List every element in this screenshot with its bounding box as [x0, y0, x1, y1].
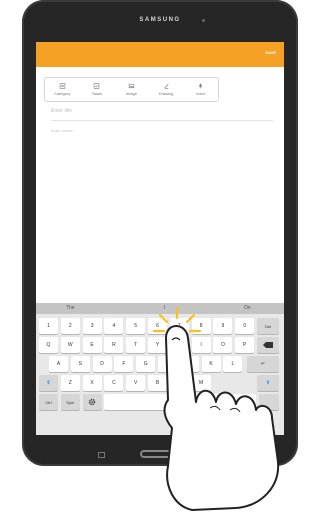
recent-apps-button[interactable]	[98, 452, 105, 458]
key-d[interactable]: D	[92, 356, 112, 372]
key-shift-left[interactable]: ⇧	[39, 375, 58, 391]
toolbar-image[interactable]: Image	[114, 78, 149, 101]
key-4[interactable]: 4	[104, 318, 124, 334]
key-2[interactable]: 2	[60, 318, 80, 334]
key-1[interactable]: 1	[39, 318, 58, 334]
key-q[interactable]: Q	[39, 337, 58, 353]
key-v[interactable]: V	[126, 375, 146, 391]
pointing-hand-icon	[163, 325, 280, 511]
key-f[interactable]: F	[114, 356, 134, 372]
toolbar-category[interactable]: Category	[45, 78, 80, 101]
toolbar-voice[interactable]: Voice	[183, 78, 218, 101]
toolbar-image-label: Image	[125, 91, 138, 96]
category-icon	[59, 83, 65, 89]
key-r[interactable]: R	[104, 337, 124, 353]
gear-icon	[88, 398, 96, 406]
key-x[interactable]: X	[82, 375, 102, 391]
toolbar-tasks[interactable]: Tasks	[80, 78, 115, 101]
key-e[interactable]: E	[82, 337, 102, 353]
key-a[interactable]: A	[49, 356, 68, 372]
drawing-icon	[164, 83, 169, 89]
key-c[interactable]: C	[104, 375, 124, 391]
title-input[interactable]: Enter title	[51, 108, 72, 114]
key-z[interactable]: Z	[60, 375, 80, 391]
key-t[interactable]: T	[126, 337, 146, 353]
toolbar-voice-label: Voice	[195, 91, 206, 96]
key-settings[interactable]	[82, 394, 102, 410]
key-3[interactable]: 3	[82, 318, 102, 334]
title-divider	[51, 120, 273, 121]
memo-toolbar: Category Tasks Image Drawing Voice	[44, 77, 219, 102]
key-w[interactable]: W	[60, 337, 80, 353]
image-icon	[128, 83, 135, 89]
app-header: SAVE	[36, 42, 284, 67]
save-button[interactable]: SAVE	[265, 50, 276, 55]
toolbar-drawing[interactable]: Drawing	[149, 78, 184, 101]
key-s[interactable]: S	[70, 356, 90, 372]
prediction-1[interactable]: The	[66, 305, 75, 311]
toolbar-tasks-label: Tasks	[91, 91, 102, 96]
memo-input[interactable]: Enter memo	[51, 128, 73, 133]
microphone-icon	[198, 83, 203, 89]
brand-logo: SAMSUNG	[139, 17, 181, 23]
key-5[interactable]: 5	[126, 318, 146, 334]
key-sym[interactable]: Sym	[60, 394, 80, 410]
key-ctrl[interactable]: Ctrl	[39, 394, 58, 410]
toolbar-category-label: Category	[54, 91, 71, 96]
front-camera	[202, 19, 205, 22]
tasks-icon	[94, 83, 100, 89]
toolbar-drawing-label: Drawing	[158, 91, 174, 96]
